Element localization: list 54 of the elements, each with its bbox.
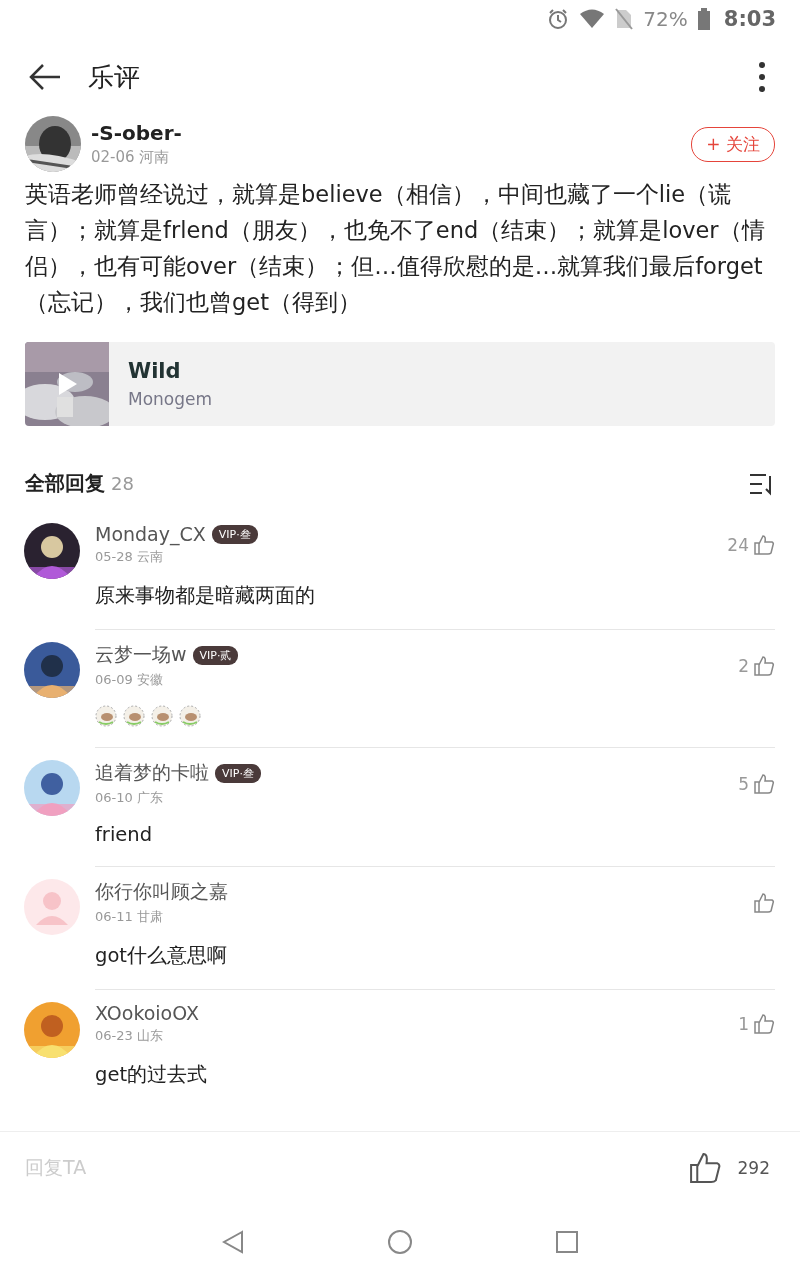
comment-meta: 06-23 山东 <box>95 1027 164 1045</box>
home-nav-icon[interactable] <box>388 1230 412 1254</box>
vip-badge: VIP·叁 <box>215 763 261 783</box>
battery-icon <box>697 8 710 30</box>
comment-text: got什么意思啊 <box>95 943 228 969</box>
like-count: 5 <box>738 773 749 794</box>
comment-meta: 06-09 安徽 <box>95 671 164 689</box>
recents-nav-icon[interactable] <box>556 1231 578 1253</box>
like-count: 1 <box>738 1013 749 1034</box>
comment-meta: 05-28 云南 <box>95 548 164 566</box>
sticker-icon <box>179 705 201 727</box>
sticker-icon <box>151 705 173 727</box>
clock: 8:03 <box>723 7 776 31</box>
sticker-icon <box>95 705 117 727</box>
vip-badge: VIP·叁 <box>211 524 258 544</box>
song-card[interactable]: Wild Monogem <box>25 342 775 426</box>
battery-percent: 72% <box>643 7 688 31</box>
comment-text: 原来事物都是暗藏两面的 <box>95 583 316 609</box>
alarm-icon <box>547 8 570 30</box>
thumbs-up-icon[interactable] <box>753 891 775 914</box>
back-nav-icon[interactable] <box>222 1230 244 1254</box>
thumbs-up-icon[interactable] <box>753 533 775 556</box>
thumbs-up-icon[interactable] <box>753 772 775 795</box>
commenter-name[interactable]: 你行你叫顾之嘉 <box>95 879 228 905</box>
reply-count: 28 <box>111 473 135 494</box>
comment-text: get的过去式 <box>95 1062 209 1088</box>
post-meta: 02-06 河南 <box>91 148 171 167</box>
like-count: 2 <box>738 655 749 676</box>
replies-heading: 全部回复 <box>25 470 105 497</box>
thumbs-up-icon[interactable] <box>687 1151 722 1185</box>
sticker-icon <box>123 705 145 727</box>
comment-meta: 06-11 甘肃 <box>95 908 164 926</box>
total-like-count: 292 <box>737 1158 770 1178</box>
comment-text: friend <box>95 823 154 846</box>
commenter-name[interactable]: 云梦一场w <box>95 642 187 668</box>
thumbs-up-icon[interactable] <box>753 654 775 677</box>
follow-button[interactable]: + 关注 <box>691 126 775 162</box>
commenter-name[interactable]: Monday_CX <box>95 523 206 545</box>
more-menu-icon[interactable] <box>758 61 766 93</box>
song-artist: Monogem <box>128 389 213 409</box>
play-icon[interactable] <box>57 371 79 397</box>
author-name[interactable]: -S-ober- <box>91 121 692 145</box>
thumbs-up-icon[interactable] <box>753 1012 775 1035</box>
post-text: 英语老师曾经说过，就算是believe（相信），中间也藏了一个lie（谎言）；就算是frlend（朋友），也免不了end（结束）；就算是lover（情侣），也有可能over（结束）；但…值得欣慰的是…就算我们最后forget（忘记），我们也曾get（得到） <box>25 180 766 317</box>
vip-badge: VIP·贰 <box>192 645 239 665</box>
wifi-icon <box>579 9 606 29</box>
back-arrow-icon[interactable] <box>28 63 62 91</box>
page-title: 乐评 <box>88 60 141 94</box>
like-count: 24 <box>727 534 749 555</box>
comment-meta: 06-10 广东 <box>95 789 164 807</box>
song-title: Wild <box>128 359 182 383</box>
commenter-name[interactable]: XOokoioOX <box>95 1002 199 1024</box>
no-sim-icon <box>615 8 634 30</box>
commenter-name[interactable]: 追着梦的卡啦 <box>95 760 209 786</box>
